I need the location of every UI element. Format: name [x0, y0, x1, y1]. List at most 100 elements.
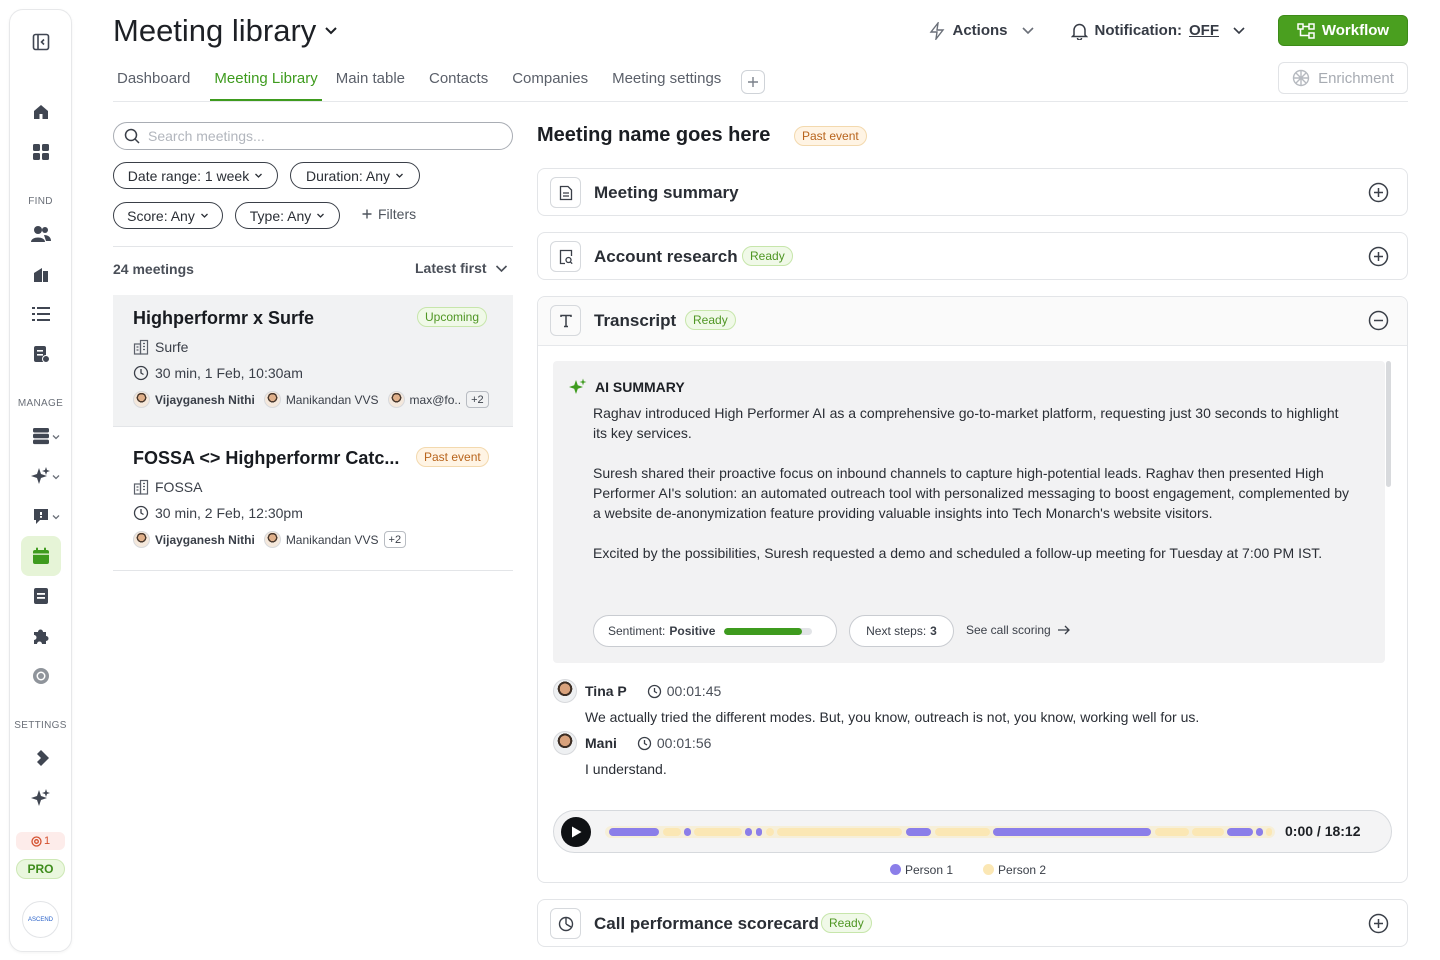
sidebar-section-manage: MANAGE [17, 398, 64, 409]
puzzle-icon[interactable] [21, 616, 61, 656]
chat-icon[interactable] [21, 496, 61, 536]
more-attendees-badge[interactable]: +2 [466, 391, 489, 408]
people-icon[interactable] [21, 214, 61, 254]
account-research-section[interactable]: Account research Ready [537, 232, 1408, 280]
enrichment-button[interactable]: Enrichment [1278, 62, 1408, 94]
meeting-title: FOSSA <> Highperformr Catc... [133, 448, 400, 468]
workflow-button[interactable]: Workflow [1278, 15, 1408, 46]
status-badge: Past event [794, 126, 867, 146]
company-name: Surfe [155, 339, 189, 355]
speaker-timeline[interactable] [605, 826, 1275, 838]
avatar [553, 731, 577, 755]
type-filter[interactable]: Type: Any [235, 202, 340, 229]
next-steps-pill[interactable]: Next steps: 3 [849, 615, 954, 647]
date-range-filter[interactable]: Date range: 1 week [113, 162, 278, 189]
add-filters-label: Filters [378, 206, 417, 222]
summary-paragraph: Raghav introduced High Performer AI as a… [593, 405, 1339, 441]
call-scorecard-section[interactable]: Call performance scorecard Ready [537, 899, 1408, 947]
meeting-company: FOSSA [133, 479, 202, 495]
contact-card-icon[interactable] [21, 576, 61, 616]
clock-icon [133, 505, 149, 521]
sparkle-icon[interactable] [21, 456, 61, 496]
meeting-list-item[interactable]: FOSSA <> Highperformr Catc... Past event… [113, 427, 513, 571]
ai-summary-title: AI SUMMARY [595, 379, 685, 395]
credits-badge[interactable]: 1 [16, 832, 65, 850]
document-icon [550, 177, 581, 208]
workspace-avatar[interactable]: ASCEND [22, 901, 59, 938]
workflow-label: Workflow [1321, 22, 1390, 39]
attendee-name: Manikandan VVS [285, 532, 379, 547]
see-call-scoring-link[interactable]: See call scoring [966, 623, 1070, 637]
timeline-segment-person-2 [694, 828, 742, 836]
tab-contacts[interactable]: Contacts [425, 62, 498, 101]
meeting-attendees: Vijayganesh Nithi Manikandan VVS max@fo.… [133, 391, 489, 408]
sparkles-settings-icon[interactable] [21, 778, 61, 818]
section-title: Account research [594, 247, 738, 266]
ai-summary-heading: AI SUMMARY [569, 378, 685, 396]
utterance-timestamp[interactable]: 00:01:45 [647, 683, 721, 699]
chevron-down-icon [200, 213, 208, 218]
utterance-timestamp[interactable]: 00:01:56 [637, 735, 712, 751]
meeting-when: 30 min, 1 Feb, 10:30am [155, 365, 303, 381]
timeline-segment-person-1 [756, 828, 762, 836]
duration-label: Duration: Any [305, 167, 391, 184]
meeting-attendees: Vijayganesh Nithi Manikandan VVS +2 [133, 531, 407, 548]
meeting-detail-title: Meeting name goes here [537, 124, 771, 146]
company-name: FOSSA [155, 479, 203, 495]
collapse-minus-icon[interactable] [1368, 310, 1389, 331]
timeline-segment-person-2 [935, 828, 990, 836]
utterance-text: We actually tried the different modes. B… [585, 709, 1200, 725]
notification-state: OFF [1189, 22, 1219, 39]
sparkle-icon [569, 378, 587, 394]
meeting-list-item[interactable]: Highperformr x Surfe Upcoming Surfe 30 m… [113, 295, 513, 427]
calendar-icon[interactable] [20, 536, 61, 576]
duration-filter[interactable]: Duration: Any [290, 162, 420, 189]
tab-companies[interactable]: Companies [508, 62, 598, 101]
grid-icon[interactable] [21, 132, 61, 172]
chevron-down-icon [1021, 27, 1034, 35]
expand-plus-icon[interactable] [1368, 913, 1389, 934]
tab-main-table[interactable]: Main table [332, 62, 415, 101]
sentiment-pill[interactable]: Sentiment: Positive [593, 615, 837, 647]
expand-plus-icon[interactable] [1368, 182, 1389, 203]
timestamp-text: 00:01:56 [656, 735, 712, 751]
search-field[interactable] [113, 122, 513, 150]
list-icon[interactable] [21, 294, 61, 334]
home-icon[interactable] [21, 92, 61, 132]
tab-dashboard[interactable]: Dashboard [113, 62, 200, 101]
scrollbar-thumb[interactable] [1386, 361, 1391, 487]
status-badge: Ready [742, 246, 793, 266]
play-button[interactable] [561, 817, 591, 847]
legend-swatch [983, 864, 995, 875]
score-filter[interactable]: Score: Any [113, 202, 223, 229]
status-badge: Past event [416, 447, 489, 467]
ai-summary-text: Raghav introduced High Performer AI as a… [593, 403, 1353, 583]
section-title: Transcript [594, 311, 677, 330]
diamond-icon[interactable] [21, 738, 61, 778]
companies-icon[interactable] [21, 254, 61, 294]
search-input[interactable] [148, 128, 488, 144]
lightning-icon [930, 21, 945, 40]
tab-meeting-settings[interactable]: Meeting settings [608, 62, 731, 101]
sort-dropdown[interactable]: Latest first [415, 260, 508, 276]
database-icon[interactable] [21, 416, 61, 456]
page-title[interactable]: Meeting library [113, 13, 338, 49]
timeline-segment-person-1 [745, 828, 752, 836]
notification-toggle[interactable]: Notification: OFF [1065, 15, 1253, 46]
speaker-name: Tina P [585, 683, 627, 699]
more-attendees-badge[interactable]: +2 [383, 531, 407, 548]
meeting-company: Surfe [133, 339, 188, 355]
tab-meeting-library[interactable]: Meeting Library [210, 62, 322, 101]
expand-plus-icon[interactable] [1368, 246, 1389, 267]
plan-badge[interactable]: PRO [16, 859, 65, 879]
meeting-summary-section[interactable]: Meeting summary [537, 168, 1408, 216]
document-icon[interactable] [21, 334, 61, 374]
collapse-sidebar-icon[interactable] [21, 22, 61, 62]
timeline-segment-person-2 [1266, 828, 1272, 836]
add-filters-button[interactable]: Filters [362, 206, 416, 222]
add-tab-button[interactable] [741, 70, 766, 94]
chrome-icon[interactable] [21, 656, 61, 696]
audio-player: 0:00 / 18:12 [553, 810, 1392, 853]
actions-button[interactable]: Actions [923, 15, 1040, 46]
timeline-segment-person-2 [766, 828, 774, 836]
